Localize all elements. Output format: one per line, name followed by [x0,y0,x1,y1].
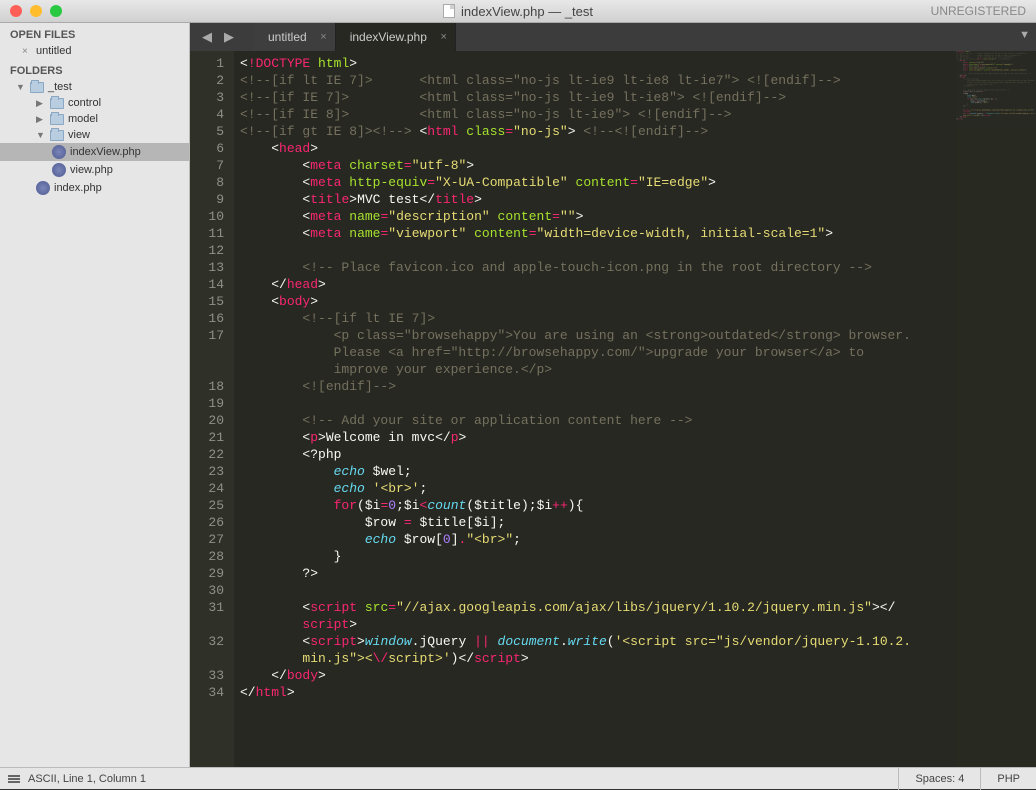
window-controls [0,5,62,17]
php-icon [52,163,66,177]
menu-icon[interactable] [8,774,20,784]
folder-icon [50,130,64,141]
status-language[interactable]: PHP [980,768,1036,790]
sidebar: OPEN FILES × untitled FOLDERS ▼ _test ▶ … [0,23,190,767]
statusbar: ASCII, Line 1, Column 1 Spaces: 4 PHP [0,767,1036,789]
folder-icon [30,82,44,93]
tab-untitled[interactable]: untitled × [254,23,336,51]
open-file-label: untitled [36,45,71,57]
chevron-right-icon[interactable]: ▶ [36,114,46,125]
tab-indexview-php[interactable]: indexView.php × [336,23,456,51]
file-label: view.php [70,164,113,176]
chevron-down-icon[interactable]: ▼ [36,130,46,140]
php-icon [52,145,66,159]
file-label: indexView.php [70,146,141,158]
folder-label: _test [48,81,72,93]
titlebar: indexView.php — _test UNREGISTERED [0,0,1036,23]
minimize-window-icon[interactable] [30,5,42,17]
title-project: _test [565,4,593,19]
code-area[interactable]: <!DOCTYPE html> <!--[if lt IE 7]> <html … [234,51,956,767]
tab-label: indexView.php [350,30,427,44]
folder-root[interactable]: ▼ _test [0,79,189,95]
tabbar: untitled × indexView.php × [254,23,456,51]
close-window-icon[interactable] [10,5,22,17]
open-file-untitled[interactable]: × untitled [0,43,189,59]
folder-icon [50,98,64,109]
title-filename: indexView.php [461,4,545,19]
chevron-down-icon[interactable]: ▼ [16,82,26,92]
file-view-php[interactable]: view.php [0,161,189,179]
line-number-gutter: 1234567891011121314151617181920212223242… [190,51,234,767]
close-icon[interactable]: × [440,31,446,43]
chevron-right-icon[interactable]: ▶ [36,98,46,109]
status-spaces[interactable]: Spaces: 4 [898,768,980,790]
tab-label: untitled [268,30,307,44]
file-label: index.php [54,182,102,194]
window-title: indexView.php — _test [443,4,593,19]
nav-back-icon[interactable]: ◀ [202,29,212,45]
nav-forward-icon[interactable]: ▶ [224,29,234,45]
status-cursor[interactable]: ASCII, Line 1, Column 1 [28,773,146,785]
file-icon [443,4,455,18]
editor: ◀ ▶ untitled × indexView.php × ▼ 1234567… [190,23,1036,767]
file-index-php[interactable]: index.php [0,179,189,197]
folders-header: FOLDERS [0,59,189,79]
folder-model[interactable]: ▶ model [0,111,189,127]
open-files-header: OPEN FILES [0,23,189,43]
folder-label: model [68,113,98,125]
minimap[interactable]: <!DOCTYPE html> <!--[if lt IE 7]> <html … [956,51,1036,767]
close-icon[interactable]: × [320,31,326,43]
file-indexview-php[interactable]: indexView.php [0,143,189,161]
php-icon [36,181,50,195]
folder-icon [50,114,64,125]
folder-label: control [68,97,101,109]
folder-control[interactable]: ▶ control [0,95,189,111]
zoom-window-icon[interactable] [50,5,62,17]
folder-view[interactable]: ▼ view [0,127,189,143]
unregistered-label: UNREGISTERED [931,4,1036,18]
tab-overflow-icon[interactable]: ▼ [1019,29,1030,41]
close-icon[interactable]: × [22,46,32,57]
folder-label: view [68,129,90,141]
